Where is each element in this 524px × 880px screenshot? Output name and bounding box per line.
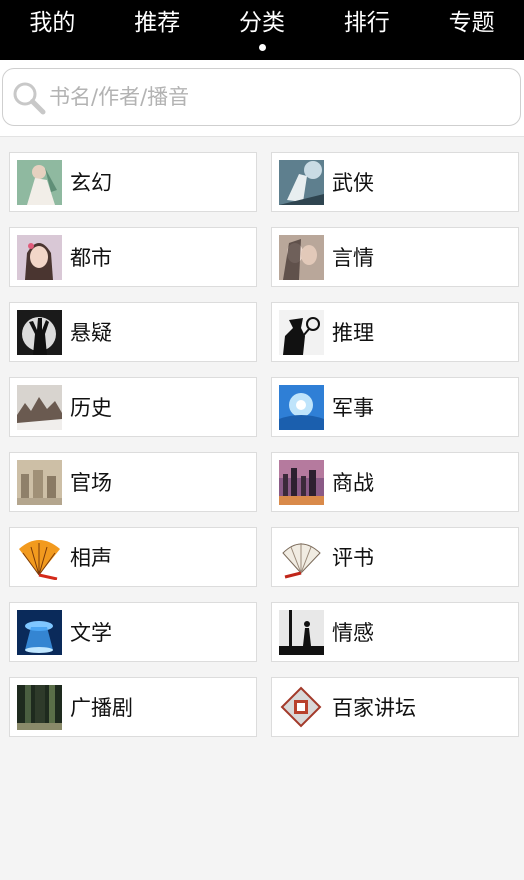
category-label: 广播剧 bbox=[70, 696, 133, 720]
search-bar bbox=[0, 60, 524, 137]
history-thumb bbox=[17, 384, 62, 430]
fantasy-thumb bbox=[17, 159, 62, 205]
category-business[interactable]: 商战 bbox=[271, 452, 519, 512]
search-box bbox=[2, 68, 521, 126]
urban-thumb bbox=[17, 234, 62, 280]
officialdom-thumb bbox=[17, 459, 62, 505]
category-label: 评书 bbox=[332, 546, 374, 570]
category-fantasy[interactable]: 玄幻 bbox=[9, 152, 257, 212]
active-tab-indicator bbox=[258, 44, 266, 51]
category-label: 玄幻 bbox=[70, 171, 112, 195]
category-label: 悬疑 bbox=[70, 321, 112, 345]
tab-label: 分类 bbox=[238, 10, 285, 36]
category-emotion[interactable]: 情感 bbox=[271, 602, 519, 662]
category-radio-drama[interactable]: 广播剧 bbox=[9, 677, 257, 737]
top-navigation: 我的 推荐 分类 排行 专题 bbox=[0, 0, 524, 60]
category-label: 都市 bbox=[70, 246, 112, 270]
category-literature[interactable]: 文学 bbox=[9, 602, 257, 662]
detective-thumb bbox=[279, 309, 324, 355]
tab-topic[interactable]: 专题 bbox=[419, 0, 524, 60]
tab-label: 推荐 bbox=[134, 10, 181, 36]
tab-mine[interactable]: 我的 bbox=[0, 0, 105, 60]
category-grid: 玄幻 武侠 都市 言情 悬疑 推理 历史 军事 官场 商战 相声 评书 文学 情… bbox=[9, 152, 519, 737]
category-urban[interactable]: 都市 bbox=[9, 227, 257, 287]
category-label: 军事 bbox=[332, 396, 374, 420]
category-officialdom[interactable]: 官场 bbox=[9, 452, 257, 512]
category-martial-arts[interactable]: 武侠 bbox=[271, 152, 519, 212]
martial-arts-thumb bbox=[279, 159, 324, 205]
crosstalk-thumb bbox=[17, 534, 62, 580]
tab-label: 我的 bbox=[29, 10, 76, 36]
category-lecture-room[interactable]: 百家讲坛 bbox=[271, 677, 519, 737]
emotion-thumb bbox=[279, 609, 324, 655]
category-label: 文学 bbox=[70, 621, 112, 645]
category-crosstalk[interactable]: 相声 bbox=[9, 527, 257, 587]
tab-label: 排行 bbox=[343, 10, 390, 36]
lecture-room-thumb bbox=[279, 684, 324, 730]
romance-thumb bbox=[279, 234, 324, 280]
military-thumb bbox=[279, 384, 324, 430]
radio-drama-thumb bbox=[17, 684, 62, 730]
category-label: 商战 bbox=[332, 471, 374, 495]
category-label: 相声 bbox=[70, 546, 112, 570]
category-military[interactable]: 军事 bbox=[271, 377, 519, 437]
category-romance[interactable]: 言情 bbox=[271, 227, 519, 287]
category-label: 情感 bbox=[332, 621, 374, 645]
tab-recommend[interactable]: 推荐 bbox=[105, 0, 210, 60]
category-label: 官场 bbox=[70, 471, 112, 495]
tab-label: 专题 bbox=[448, 10, 495, 36]
category-detective[interactable]: 推理 bbox=[271, 302, 519, 362]
category-label: 言情 bbox=[332, 246, 374, 270]
category-suspense[interactable]: 悬疑 bbox=[9, 302, 257, 362]
category-history[interactable]: 历史 bbox=[9, 377, 257, 437]
tab-ranking[interactable]: 排行 bbox=[314, 0, 419, 60]
search-icon bbox=[11, 80, 47, 116]
category-storytelling[interactable]: 评书 bbox=[271, 527, 519, 587]
search-input[interactable] bbox=[49, 77, 509, 117]
category-label: 百家讲坛 bbox=[332, 696, 416, 720]
business-thumb bbox=[279, 459, 324, 505]
literature-thumb bbox=[17, 609, 62, 655]
suspense-thumb bbox=[17, 309, 62, 355]
storytelling-thumb bbox=[279, 534, 324, 580]
category-label: 推理 bbox=[332, 321, 374, 345]
tab-category[interactable]: 分类 bbox=[210, 0, 315, 60]
category-label: 历史 bbox=[70, 396, 112, 420]
category-label: 武侠 bbox=[332, 171, 374, 195]
